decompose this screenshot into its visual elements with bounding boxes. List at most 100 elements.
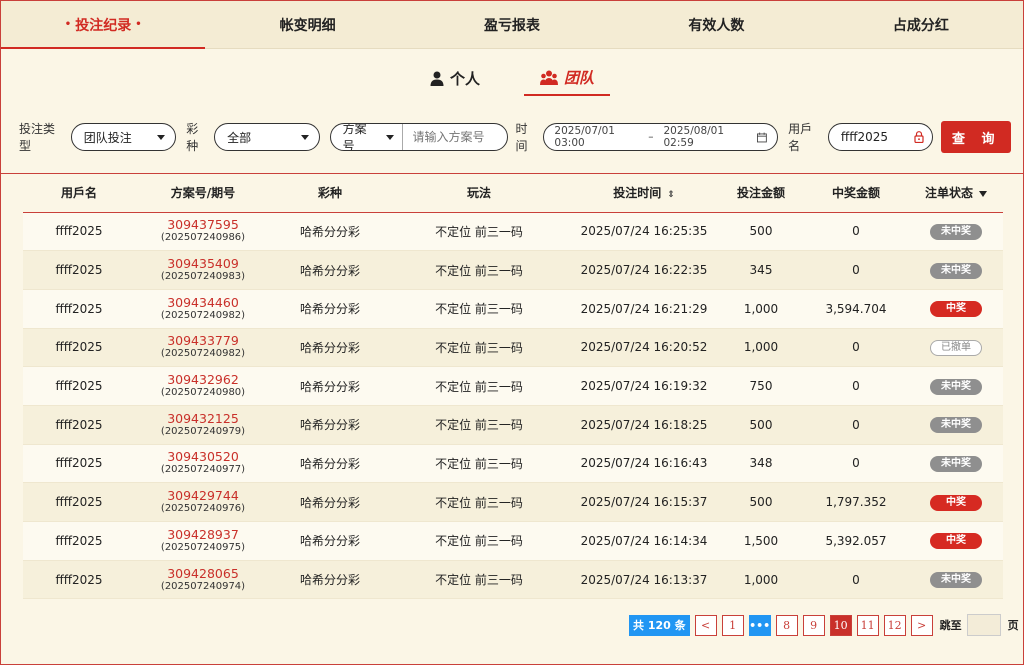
table-row[interactable]: ffff2025 309437595 (202507240986) 哈希分分彩 不定位 … [23, 212, 1003, 252]
status-badge: 中奖 [930, 533, 982, 550]
period-number: (202507240980) [160, 387, 246, 399]
period-number: (202507240974) [160, 580, 246, 592]
page-button[interactable]: 9 [802, 614, 825, 636]
team-toggle[interactable]: 团队 [524, 63, 611, 96]
plan-number-link[interactable]: 309430520 [135, 450, 271, 464]
total-count: 共 120 条 [629, 614, 690, 636]
col-status-label: 注单状态 [924, 186, 973, 201]
bet-type-select[interactable]: 团队投注 [70, 123, 177, 151]
plan-number-link[interactable]: 309437595 [135, 218, 271, 232]
table-row[interactable]: ffff2025 309428065 (202507240974) 哈希分分彩 不定位 … [23, 560, 1003, 600]
table-row[interactable]: ffff2025 309428937 (202507240975) 哈希分分彩 不定位 … [23, 521, 1003, 561]
row-bet-time: 2025/07/24 16:14:34 [569, 521, 719, 561]
period-number: (202507240982) [160, 309, 246, 321]
row-win-amount: 0 [803, 212, 909, 252]
row-status-cell: 未中奖 [909, 444, 1003, 484]
status-badge: 未中奖 [930, 417, 982, 434]
table-header-row: 用戶名 方案号/期号 彩种 玩法 投注时间 ⇕ 投注金额 中奖金额 注单状态 [23, 174, 1003, 213]
page-button[interactable]: 8 [775, 614, 798, 636]
table-row[interactable]: ffff2025 309430520 (202507240977) 哈希分分彩 不定位 … [23, 444, 1003, 484]
plan-number-input[interactable] [402, 124, 507, 150]
row-lottery: 哈希分分彩 [271, 212, 389, 252]
col-username: 用戶名 [23, 174, 135, 213]
plan-search-combo: 方案号 [329, 123, 508, 151]
page-button[interactable]: 1 [721, 614, 744, 636]
next-page-button[interactable]: > [910, 614, 933, 636]
row-status-cell: 未中奖 [909, 366, 1003, 406]
col-status[interactable]: 注单状态 [909, 174, 1003, 213]
tab-label: 盈亏报表 [484, 17, 541, 34]
row-username: ffff2025 [23, 289, 135, 329]
lottery-select[interactable]: 全部 [214, 123, 320, 151]
plan-number-link[interactable]: 309433779 [135, 334, 271, 348]
person-icon [430, 71, 444, 86]
row-plan-cell: 309433779 (202507240982) [135, 328, 271, 368]
row-plan-cell: 309437595 (202507240986) [135, 212, 271, 252]
row-plan-cell: 309434460 (202507240982) [135, 289, 271, 329]
plan-number-link[interactable]: 309429744 [135, 489, 271, 503]
row-bet-amount: 348 [719, 444, 803, 484]
plan-number-link[interactable]: 309428065 [135, 566, 271, 581]
row-play: 不定位 前三一码 [389, 366, 569, 406]
plan-number-link[interactable]: 309432962 [135, 373, 271, 387]
filter-bar: 投注类型 团队投注 彩种 全部 方案号 时间 2025/07/01 03:00 … [19, 121, 1011, 153]
row-play: 不定位 前三一码 [389, 405, 569, 445]
row-play: 不定位 前三一码 [389, 328, 569, 368]
period-number: (202507240976) [160, 503, 246, 515]
table-row[interactable]: ffff2025 309429744 (202507240976) 哈希分分彩 不定位 … [23, 482, 1003, 522]
tab-bet-records[interactable]: • 投注纪录 • [1, 1, 206, 49]
row-lottery: 哈希分分彩 [271, 560, 389, 600]
row-status-cell: 未中奖 [909, 560, 1003, 600]
row-lottery: 哈希分分彩 [271, 328, 389, 368]
personal-toggle[interactable]: 个人 [414, 64, 496, 95]
plan-number-link[interactable]: 309435409 [135, 257, 271, 271]
username-value: ffff2025 [840, 130, 888, 144]
table-row[interactable]: ffff2025 309434460 (202507240982) 哈希分分彩 不定位 … [23, 289, 1003, 329]
date-range-picker[interactable]: 2025/07/01 03:00 – 2025/08/01 02:59 [543, 123, 779, 151]
row-bet-amount: 345 [719, 250, 803, 290]
col-bet-time[interactable]: 投注时间 ⇕ [569, 174, 719, 213]
row-bet-time: 2025/07/24 16:19:32 [569, 366, 719, 406]
prev-page-button[interactable]: < [694, 614, 717, 636]
row-status-cell: 未中奖 [909, 212, 1003, 252]
current-page-button[interactable]: 10 [829, 614, 852, 636]
sort-icon[interactable]: ⇕ [667, 190, 675, 200]
row-username: ffff2025 [23, 212, 135, 252]
row-bet-amount: 1,500 [719, 521, 803, 561]
tab-active-members[interactable]: 有效人数 [614, 1, 818, 48]
row-play: 不定位 前三一码 [389, 250, 569, 290]
row-win-amount: 3,594.704 [803, 289, 909, 329]
chevron-down-icon [385, 134, 394, 140]
page-ellipsis[interactable]: ••• [748, 614, 771, 636]
plan-number-link[interactable]: 309432125 [135, 411, 271, 426]
jump-page-input[interactable] [966, 614, 1001, 636]
tab-profit-report[interactable]: 盈亏报表 [410, 1, 614, 48]
bet-records-table: 用戶名 方案号/期号 彩种 玩法 投注时间 ⇕ 投注金额 中奖金额 注单状态 ff… [23, 174, 1003, 600]
plan-type-select[interactable]: 方案号 [331, 124, 403, 150]
page-button[interactable]: 12 [883, 614, 906, 636]
calendar-icon [757, 132, 768, 142]
table-row[interactable]: ffff2025 309433779 (202507240982) 哈希分分彩 不定位 … [23, 328, 1003, 368]
row-play: 不定位 前三一码 [389, 289, 569, 329]
period-number: (202507240975) [160, 541, 246, 553]
plan-number-link[interactable]: 309428937 [135, 527, 271, 542]
row-lottery: 哈希分分彩 [271, 521, 389, 561]
table-row[interactable]: ffff2025 309435409 (202507240983) 哈希分分彩 不定位 … [23, 250, 1003, 290]
row-bet-amount: 1,000 [719, 289, 803, 329]
row-lottery: 哈希分分彩 [271, 405, 389, 445]
status-badge: 中奖 [930, 494, 982, 511]
page-button[interactable]: 11 [856, 614, 879, 636]
row-bet-amount: 750 [719, 366, 803, 406]
plan-number-link[interactable]: 309434460 [135, 295, 271, 310]
row-bet-amount: 1,000 [719, 328, 803, 368]
filter-caret-icon[interactable] [979, 190, 987, 197]
username-label: 用戶名 [788, 122, 813, 153]
table-row[interactable]: ffff2025 309432962 (202507240980) 哈希分分彩 不定位 … [23, 366, 1003, 406]
table-row[interactable]: ffff2025 309432125 (202507240979) 哈希分分彩 不定位 … [23, 405, 1003, 445]
username-input[interactable]: ffff2025 [827, 123, 934, 151]
row-bet-time: 2025/07/24 16:22:35 [569, 250, 719, 290]
query-button[interactable]: 查 询 [941, 121, 1011, 153]
tab-account-changes[interactable]: 帐变明细 [205, 1, 409, 48]
tab-share-dividend[interactable]: 占成分红 [819, 1, 1023, 48]
row-lottery: 哈希分分彩 [271, 250, 389, 290]
